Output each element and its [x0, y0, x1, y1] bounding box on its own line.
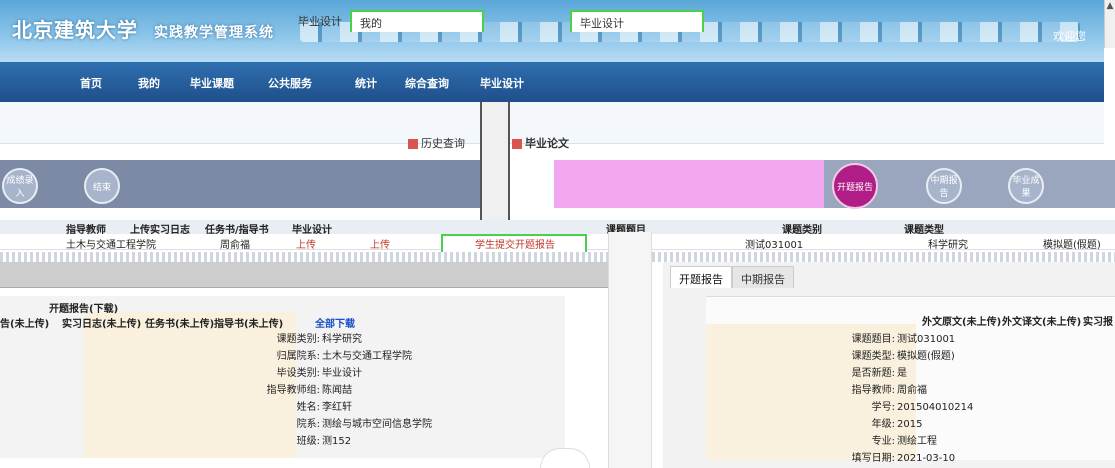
nav-item-design[interactable]: 毕业设计 [480, 75, 524, 91]
history-icon [408, 139, 418, 149]
cell-college: 土木与交通工程学院 [66, 240, 156, 251]
step-final-result[interactable]: 毕业成果 [1008, 168, 1044, 204]
cell-teacher: 周俞福 [220, 240, 250, 251]
user-info[interactable]: 欢迎您 [1053, 28, 1086, 44]
step-midterm-report[interactable]: 中期报告 [926, 168, 962, 204]
foreign-original-link[interactable]: 外文原文(未上传) [922, 313, 1001, 328]
field-topic-type: 课题类型: 模拟题(假题) [851, 351, 955, 362]
process-strip-left [0, 160, 480, 208]
scroll-up-icon[interactable]: ▲ [1105, 0, 1115, 12]
field-school: 院系: 测绘与城市空间信息学院 [296, 419, 432, 430]
field-major: 专业: 测绘工程 [871, 436, 937, 447]
thesis-icon [512, 139, 522, 149]
field-category: 课题类别: 科学研究 [276, 334, 362, 345]
nav-item-topics[interactable]: 毕业课题 [190, 75, 234, 91]
upload-link-2[interactable]: 上传 [370, 236, 390, 251]
tab-mine[interactable]: 我的 [350, 10, 484, 32]
thesis-label[interactable]: 毕业论文 [512, 135, 569, 151]
cell-topic: 测试031001 [745, 240, 804, 251]
panel-gutter [608, 232, 652, 468]
internship-report-link[interactable]: 实习报 [1083, 313, 1113, 328]
guide-book-link[interactable]: 指导书(未上传) [214, 315, 283, 330]
report-link[interactable]: 告(未上传) [0, 315, 49, 330]
header-banner: 北京建筑大学 实践教学管理系统 欢迎您 [0, 0, 1104, 62]
nav-item-query[interactable]: 综合查询 [405, 75, 449, 91]
field-class: 班级: 测152 [296, 436, 352, 447]
step-end[interactable]: 结束 [84, 168, 120, 204]
cell-type: 模拟题(假题) [1043, 240, 1101, 251]
download-all-link[interactable]: 全部下载 [315, 315, 355, 330]
step-grade-entry[interactable]: 成绩录入 [2, 168, 38, 204]
field-new-topic: 是否新题: 是 [851, 368, 907, 379]
tab-midterm-report[interactable]: 中期报告 [732, 266, 794, 288]
field-student-id: 学号: 201504010214 [871, 402, 974, 413]
proposal-download-title[interactable]: 开题报告(下载) [49, 300, 118, 315]
cell-category: 科学研究 [928, 240, 968, 251]
field-topic: 课题题目: 测试031001 [851, 334, 956, 345]
field-department: 归属院系: 土木与交通工程学院 [276, 351, 412, 362]
nav-item-stats[interactable]: 统计 [355, 75, 377, 91]
nav-item-mine[interactable]: 我的 [138, 75, 160, 91]
left-panel-header [0, 262, 608, 288]
field-advisor: 指导教师: 周俞福 [851, 385, 927, 396]
field-grade: 年级: 2015 [871, 419, 923, 430]
tab-design[interactable]: 毕业设计 [290, 10, 350, 32]
process-strip-middle [554, 160, 824, 208]
nav-item-services[interactable]: 公共服务 [268, 75, 312, 91]
main-nav: 首页 我的 毕业课题 公共服务 统计 综合查询 毕业设计 [0, 62, 1104, 102]
floating-bubble [540, 448, 590, 468]
field-design-type: 毕设类别: 毕业设计 [276, 368, 362, 379]
history-query-button[interactable]: 历史查询 [408, 135, 465, 151]
tab-proposal-report[interactable]: 开题报告 [670, 266, 732, 288]
step-proposal-report[interactable]: 开题报告 [832, 163, 878, 209]
scrollbar[interactable]: ▲ [1104, 0, 1115, 48]
field-date: 填写日期: 2021-03-10 [851, 453, 956, 464]
table-row-stripe [0, 252, 608, 262]
tab-design-active[interactable]: 毕业设计 [570, 10, 704, 32]
nav-item-home[interactable]: 首页 [80, 75, 102, 91]
field-teacher-group: 指导教师组: 陈闻喆 [266, 385, 352, 396]
foreign-translation-link[interactable]: 外文译文(未上传) [1002, 313, 1081, 328]
internship-log-link[interactable]: 实习日志(未上传) [62, 315, 141, 330]
submit-proposal-link[interactable]: 学生提交开题报告 [475, 236, 555, 251]
table-row-stripe-right [652, 252, 1115, 262]
task-book-link[interactable]: 任务书(未上传) [145, 315, 214, 330]
upload-link-1[interactable]: 上传 [296, 236, 316, 251]
field-name: 姓名: 李红轩 [296, 402, 352, 413]
school-logo: 北京建筑大学 实践教学管理系统 [12, 18, 274, 42]
